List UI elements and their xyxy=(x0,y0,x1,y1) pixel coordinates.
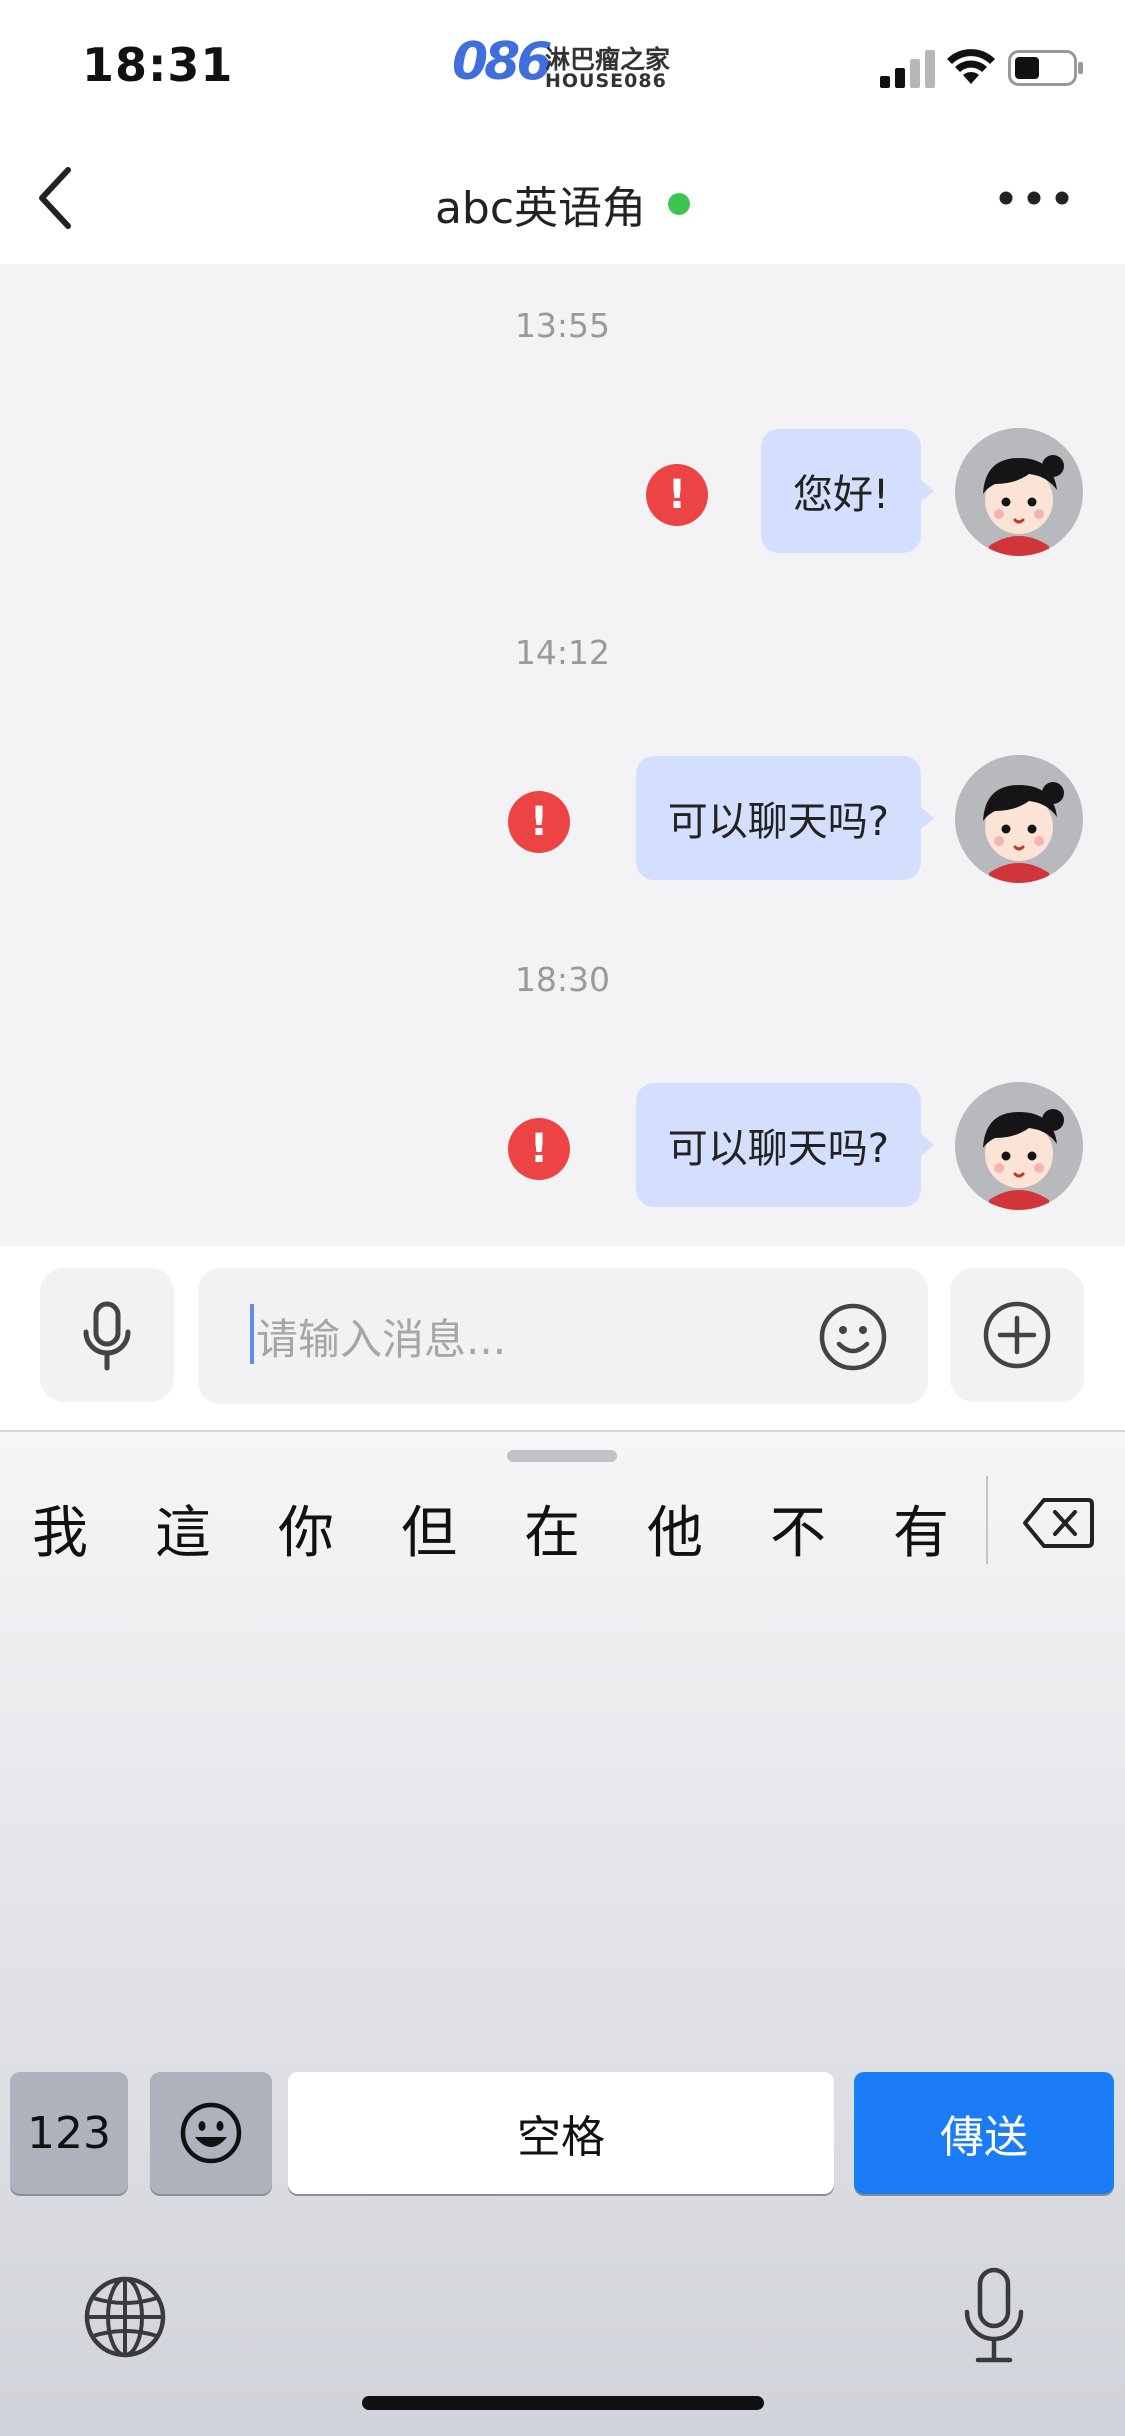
wifi-icon xyxy=(947,49,995,84)
candidate-word[interactable]: 有 xyxy=(885,1488,957,1569)
emoji-face-icon xyxy=(180,2102,242,2164)
more-options-icon[interactable] xyxy=(996,184,1072,212)
text-caret xyxy=(250,1304,254,1364)
system-keyboard: 我 這 你 但 在 他 不 有 123 空格 傳送 xyxy=(0,1432,1125,2436)
message-timestamp: 13:55 xyxy=(514,306,611,345)
cartoon-avatar-icon xyxy=(955,428,1083,556)
send-failed-icon[interactable]: ! xyxy=(646,464,708,526)
space-key[interactable]: 空格 xyxy=(288,2072,834,2194)
avatar[interactable] xyxy=(955,428,1083,556)
message-bubble[interactable]: 可以聊天吗? xyxy=(635,756,921,880)
microphone-icon xyxy=(83,1301,131,1371)
delete-backspace-icon[interactable] xyxy=(1022,1496,1094,1550)
bubble-tail xyxy=(921,480,934,502)
cartoon-avatar-icon xyxy=(955,755,1083,883)
message-bubble[interactable]: 您好! xyxy=(760,429,921,553)
plus-circle-icon xyxy=(983,1301,1051,1369)
send-failed-icon[interactable]: ! xyxy=(508,1118,570,1180)
chat-title: abc英语角 xyxy=(0,172,1125,236)
input-placeholder: 请输入消息... xyxy=(256,1315,507,1364)
home-indicator[interactable] xyxy=(362,2396,764,2410)
watermark-digits: 086 xyxy=(452,32,553,92)
candidate-word[interactable]: 這 xyxy=(147,1488,219,1569)
voice-input-button[interactable] xyxy=(40,1268,174,1402)
message-input-bar: 请输入消息... xyxy=(0,1246,1125,1432)
candidate-bar-grabber[interactable] xyxy=(507,1450,617,1462)
candidate-word[interactable]: 在 xyxy=(516,1488,588,1569)
message-bubble[interactable]: 可以聊天吗? xyxy=(635,1083,921,1207)
battery-icon xyxy=(1008,50,1083,86)
bubble-tail xyxy=(921,1134,934,1156)
send-key[interactable]: 傳送 xyxy=(854,2072,1114,2194)
status-time: 18:31 xyxy=(82,38,234,92)
cellular-signal-icon xyxy=(880,50,935,88)
candidate-word[interactable]: 我 xyxy=(24,1488,96,1569)
candidate-word[interactable]: 他 xyxy=(639,1488,711,1569)
cartoon-avatar-icon xyxy=(955,1082,1083,1210)
emoji-icon[interactable] xyxy=(818,1302,888,1372)
navigation-bar: abc英语角 xyxy=(0,132,1125,264)
avatar[interactable] xyxy=(955,755,1083,883)
candidate-word[interactable]: 不 xyxy=(762,1488,834,1569)
send-failed-icon[interactable]: ! xyxy=(508,791,570,853)
status-bar: 18:31 086 淋巴瘤之家 HOUSE086 xyxy=(0,0,1125,132)
bubble-tail xyxy=(921,807,934,829)
candidate-word[interactable]: 但 xyxy=(393,1488,465,1569)
dictation-microphone-icon[interactable] xyxy=(960,2266,1028,2366)
candidate-divider xyxy=(986,1476,988,1564)
message-input[interactable]: 请输入消息... xyxy=(198,1268,928,1404)
candidate-word[interactable]: 你 xyxy=(270,1488,342,1569)
emoji-keyboard-key[interactable] xyxy=(150,2072,272,2194)
watermark-english: HOUSE086 xyxy=(545,70,667,92)
attach-more-button[interactable] xyxy=(950,1268,1084,1402)
chat-title-text: abc英语角 xyxy=(434,183,647,234)
message-list[interactable]: 13:55 ! 您好! 14:12 ! 可以聊天吗? 18:30 ! 可以聊天吗… xyxy=(0,264,1125,1246)
message-timestamp: 18:30 xyxy=(514,960,611,999)
online-status-dot xyxy=(668,193,691,215)
message-timestamp: 14:12 xyxy=(514,633,611,672)
avatar[interactable] xyxy=(955,1082,1083,1210)
globe-icon[interactable] xyxy=(82,2274,168,2360)
watermark-logo: 086 淋巴瘤之家 HOUSE086 xyxy=(452,32,674,98)
numbers-key[interactable]: 123 xyxy=(10,2072,128,2194)
